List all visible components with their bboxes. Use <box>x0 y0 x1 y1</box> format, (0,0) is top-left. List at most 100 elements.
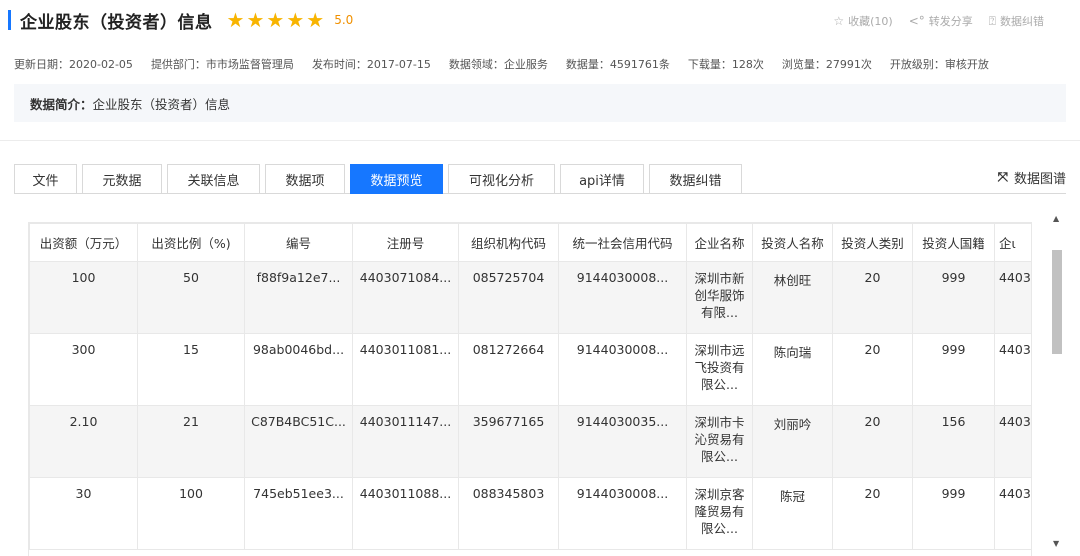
tab-related-info[interactable]: 关联信息 <box>167 164 260 194</box>
favorite-label: 收藏(10) <box>848 15 893 28</box>
favorite-button[interactable]: ☆ 收藏(10) <box>833 13 892 29</box>
table-cell: 100 <box>137 477 245 550</box>
column-header[interactable]: 组织机构代码 <box>458 223 559 262</box>
star-icon: ★ <box>306 8 325 32</box>
page-header: 企业股东（投资者）信息 ★ ★ ★ ★ ★ 5.0 <box>8 6 353 34</box>
table-scrollbar[interactable]: ▲ ▼ <box>1050 214 1064 548</box>
table-cell: 4403071084... <box>352 261 459 334</box>
scroll-down-icon[interactable]: ▼ <box>1053 539 1059 548</box>
table-cell: 50 <box>137 261 245 334</box>
tab-data-correction[interactable]: 数据纠错 <box>649 164 742 194</box>
share-icon: <° <box>908 14 925 28</box>
table-cell: C87B4BC51C... <box>244 405 353 478</box>
tab-api-details[interactable]: api详情 <box>560 164 644 194</box>
tab-bar: 文件 元数据 关联信息 数据项 数据预览 可视化分析 api详情 数据纠错 <box>14 164 747 194</box>
star-icon: ★ <box>286 8 305 32</box>
table-cell: 999 <box>912 477 995 550</box>
table-cell: f88f9a12e7... <box>244 261 353 334</box>
table-cell: 30 <box>29 477 138 550</box>
scroll-thumb[interactable] <box>1052 250 1062 354</box>
table-cell: 100 <box>29 261 138 334</box>
table-cell: 20 <box>832 405 913 478</box>
table-row[interactable]: 2.10 21 C87B4BC51C... 4403011147... 3596… <box>29 405 1031 478</box>
table-cell: 20 <box>832 477 913 550</box>
meta-views: 浏览量：27991次 <box>781 58 872 71</box>
table-cell: 深圳市新创华服饰有限... <box>686 261 753 334</box>
table-cell: 20 <box>832 333 913 406</box>
table-row[interactable]: 30 100 745eb51ee3... 4403011088... 08834… <box>29 477 1031 550</box>
graph-icon: ⤧ <box>997 170 1008 185</box>
column-header[interactable]: 企业名称 <box>686 223 753 262</box>
rating-stars: ★ ★ ★ ★ ★ <box>227 10 327 30</box>
meta-count: 数据量：4591761条 <box>565 58 670 71</box>
table-row[interactable]: 300 15 98ab0046bd... 4403011081... 08127… <box>29 333 1031 406</box>
tab-metadata[interactable]: 元数据 <box>82 164 162 194</box>
rating-value: 5.0 <box>334 13 354 27</box>
data-intro: 数据简介： 企业股东（投资者）信息 <box>14 84 1066 122</box>
correction-label: 数据纠错 <box>1000 15 1044 28</box>
table-cell: 085725704 <box>458 261 559 334</box>
table-cell: 9144030008... <box>558 261 687 334</box>
table-cell: 15 <box>137 333 245 406</box>
column-header[interactable]: 出资比例（%) <box>137 223 245 262</box>
table-cell: 98ab0046bd... <box>244 333 353 406</box>
column-header[interactable]: 企ɩ <box>994 223 1031 262</box>
intro-label: 数据简介： <box>30 96 93 112</box>
correction-button[interactable]: ⍰ 数据纠错 <box>989 13 1044 29</box>
preview-table-container[interactable]: 出资额（万元） 出资比例（%) 编号 注册号 组织机构代码 统一社会信用代码 企… <box>28 222 1032 556</box>
table-row[interactable]: 100 50 f88f9a12e7... 4403071084... 08572… <box>29 261 1031 334</box>
share-label: 转发分享 <box>928 15 973 28</box>
meta-department: 提供部门：市市场监督管理局 <box>150 58 294 71</box>
data-map-link[interactable]: ⤧ 数据图谱 <box>998 168 1066 187</box>
section-divider <box>0 140 1080 141</box>
table-cell: 999 <box>912 261 995 334</box>
meta-published: 发布时间：2017-07-15 <box>311 58 431 71</box>
table-cell: 9144030035... <box>558 405 687 478</box>
meta-downloads: 下载量：128次 <box>687 58 764 71</box>
star-icon: ★ <box>246 8 265 32</box>
tab-visual-analysis[interactable]: 可视化分析 <box>448 164 555 194</box>
table-cell: 深圳市远飞投资有限公... <box>686 333 753 406</box>
star-icon: ★ <box>226 8 245 32</box>
column-header[interactable]: 注册号 <box>352 223 459 262</box>
column-header[interactable]: 投资人类别 <box>832 223 913 262</box>
table-cell: 745eb51ee3... <box>244 477 353 550</box>
tab-data-items[interactable]: 数据项 <box>265 164 345 194</box>
table-cell: 156 <box>912 405 995 478</box>
tab-file[interactable]: 文件 <box>14 164 77 194</box>
meta-open-level: 开放级别：审核开放 <box>889 58 989 71</box>
title-accent-bar <box>8 10 11 30</box>
column-header[interactable]: 投资人名称 <box>752 223 833 262</box>
table-cell: 300 <box>29 333 138 406</box>
preview-table: 出资额（万元） 出资比例（%) 编号 注册号 组织机构代码 统一社会信用代码 企… <box>29 223 1031 550</box>
column-header[interactable]: 出资额（万元） <box>29 223 138 262</box>
table-cell: 深圳市卡沁贸易有限公... <box>686 405 753 478</box>
table-cell: 深圳京客隆贸易有限公... <box>686 477 753 550</box>
meta-info: 更新日期：2020-02-05 提供部门：市市场监督管理局 发布时间：2017-… <box>14 56 1007 72</box>
column-header[interactable]: 投资人国籍 <box>912 223 995 262</box>
header-actions: ☆ 收藏(10) <° 转发分享 ⍰ 数据纠错 <box>817 13 1044 29</box>
tab-data-preview[interactable]: 数据预览 <box>350 164 443 194</box>
scroll-up-icon[interactable]: ▲ <box>1053 214 1059 223</box>
table-cell: 4403( <box>994 261 1031 334</box>
data-map-label: 数据图谱 <box>1013 172 1066 187</box>
meta-domain: 数据领域：企业服务 <box>448 58 548 71</box>
table-cell: 陈向瑞 <box>752 333 833 406</box>
column-header[interactable]: 编号 <box>244 223 353 262</box>
table-cell: 20 <box>832 261 913 334</box>
star-icon: ★ <box>266 8 285 32</box>
column-header[interactable]: 统一社会信用代码 <box>558 223 687 262</box>
table-cell: 林创旺 <box>752 261 833 334</box>
table-header-row: 出资额（万元） 出资比例（%) 编号 注册号 组织机构代码 统一社会信用代码 企… <box>29 223 1031 262</box>
table-cell: 081272664 <box>458 333 559 406</box>
table-cell: 999 <box>912 333 995 406</box>
table-cell: 陈冠 <box>752 477 833 550</box>
table-cell: 2.10 <box>29 405 138 478</box>
table-cell: 088345803 <box>458 477 559 550</box>
star-outline-icon: ☆ <box>833 14 845 28</box>
meta-updated: 更新日期：2020-02-05 <box>14 58 133 71</box>
page-title: 企业股东（投资者）信息 <box>20 12 213 33</box>
table-cell: 4403( <box>994 333 1031 406</box>
table-cell: 4403( <box>994 477 1031 550</box>
share-button[interactable]: <° 转发分享 <box>909 13 973 29</box>
